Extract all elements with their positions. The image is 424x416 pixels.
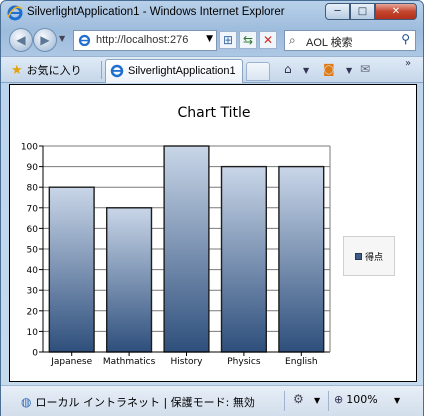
feeds-dropdown-icon[interactable]: ▼ — [346, 66, 352, 75]
address-dropdown-icon[interactable]: ▼ — [206, 34, 213, 44]
home-icon[interactable]: ⌂ — [284, 62, 292, 76]
y-tick-label: 50 — [27, 246, 39, 256]
tab-row: ★ お気に入り SilverlightApplication1 ⌂ ▼ ◙ ▼ … — [1, 56, 423, 83]
y-tick-label: 100 — [21, 143, 38, 153]
address-row: ◀ ▶ ▼ http://localhost:276 ▼ ⊞ ⇆ ✕ ⌕ AOL… — [1, 25, 423, 55]
status-divider — [328, 391, 329, 411]
title-bar: SilverlightApplication1 - Windows Intern… — [1, 1, 423, 25]
magnifier-icon[interactable]: ⚲ — [401, 32, 410, 46]
window-title: SilverlightApplication1 - Windows Intern… — [27, 6, 285, 18]
y-tick-label: 20 — [27, 307, 39, 317]
search-input[interactable]: AOL 検索 — [306, 34, 353, 50]
bar-physics — [220, 165, 267, 353]
forward-button[interactable]: ▶ — [33, 28, 57, 52]
y-tick-label: 60 — [27, 225, 39, 235]
page-ie-icon — [78, 34, 91, 47]
status-divider — [284, 391, 285, 411]
new-tab-button[interactable] — [246, 62, 270, 81]
protected-mode-icon[interactable]: ⚙ — [293, 392, 304, 406]
bar-mathmatics — [106, 207, 153, 353]
tab-silverlight[interactable]: SilverlightApplication1 — [105, 59, 243, 83]
browser-window: SilverlightApplication1 - Windows Intern… — [0, 0, 424, 416]
minimize-icon: ─ — [334, 6, 341, 17]
legend-label: 得点 — [364, 252, 383, 263]
refresh-icon: ⇆ — [242, 33, 254, 47]
x-tick-label: Japanese — [50, 357, 92, 367]
tab-label: SilverlightApplication1 — [128, 65, 236, 77]
stop-icon: ✕ — [262, 33, 274, 47]
tools-dropdown-icon[interactable]: ▼ — [314, 396, 320, 405]
zoom-control[interactable]: ⊕ 100% — [334, 393, 378, 406]
favorites-label: お気に入り — [26, 64, 82, 77]
y-tick-label: 10 — [27, 328, 39, 338]
close-button[interactable]: ✕ — [375, 3, 417, 20]
window-controls: ─ □ ✕ — [325, 3, 417, 20]
compatibility-view-button[interactable]: ⊞ — [219, 31, 237, 49]
search-box[interactable]: ⌕ AOL 検索 ⚲ — [284, 30, 416, 51]
zoom-level: 100% — [346, 393, 378, 406]
history-dropdown-icon[interactable]: ▼ — [59, 34, 65, 43]
url-input[interactable]: http://localhost:276 — [96, 34, 200, 46]
maximize-button[interactable]: □ — [350, 3, 375, 20]
bar-chart: 0 10 20 30 40 50 60 70 80 90 100 Japanese Mathmatics… — [21, 143, 331, 367]
zoom-magnifier-icon: ⊕ — [334, 393, 344, 406]
status-bar: ◍ ローカル イントラネット | 保護モード: 無効 ⚙ ▼ ⊕ 100% ▼ — [1, 385, 423, 416]
rss-feed-icon[interactable]: ◙ — [323, 62, 335, 76]
y-tick-label: 40 — [27, 266, 39, 276]
security-zone[interactable]: ◍ ローカル イントラネット | 保護モード: 無効 — [21, 394, 255, 410]
refresh-button[interactable]: ⇆ — [239, 31, 257, 49]
home-dropdown-icon[interactable]: ▼ — [303, 66, 309, 75]
stop-button[interactable]: ✕ — [259, 31, 277, 49]
y-tick-label: 30 — [27, 287, 39, 297]
page-content: Chart Title 0 10 20 30 40 50 60 70 80 90 100 Japane… — [9, 84, 417, 382]
compatibility-icon: ⊞ — [222, 33, 234, 47]
close-icon: ✕ — [391, 6, 401, 17]
zoom-dropdown-icon[interactable]: ▼ — [394, 396, 400, 405]
mail-icon[interactable]: ✉ — [360, 62, 370, 76]
legend-swatch — [354, 252, 362, 260]
favorites-star-icon: ★ — [11, 62, 23, 78]
address-bar[interactable]: http://localhost:276 ▼ — [73, 30, 217, 51]
chart-legend: 得点 — [343, 236, 395, 276]
intranet-globe-icon: ◍ — [21, 395, 32, 409]
back-arrow-icon: ◀ — [16, 33, 26, 47]
x-tick-label: History — [170, 357, 203, 367]
ie-logo-icon — [7, 5, 23, 21]
x-tick-label: English — [285, 357, 318, 367]
y-tick-label: 90 — [27, 163, 39, 173]
bar-english — [278, 165, 325, 353]
minimize-button[interactable]: ─ — [325, 3, 350, 20]
favorites-button[interactable]: ★ お気に入り — [11, 62, 82, 78]
bar-history — [163, 145, 210, 353]
bar-japanese — [48, 186, 95, 353]
forward-arrow-icon: ▶ — [40, 33, 50, 47]
maximize-icon: □ — [357, 6, 368, 17]
y-tick-label: 0 — [32, 349, 38, 359]
back-button[interactable]: ◀ — [9, 28, 33, 52]
chevron-more-icon[interactable]: » — [405, 58, 411, 69]
tab-ie-icon — [110, 64, 124, 78]
y-tick-label: 70 — [27, 204, 39, 214]
divider — [101, 61, 102, 79]
zone-text: ローカル イントラネット | 保護モード: 無効 — [35, 396, 255, 409]
x-tick-label: Physics — [227, 357, 261, 367]
x-tick-label: Mathmatics — [103, 357, 156, 367]
search-provider-icon: ⌕ — [289, 33, 296, 47]
y-tick-label: 80 — [27, 184, 39, 194]
